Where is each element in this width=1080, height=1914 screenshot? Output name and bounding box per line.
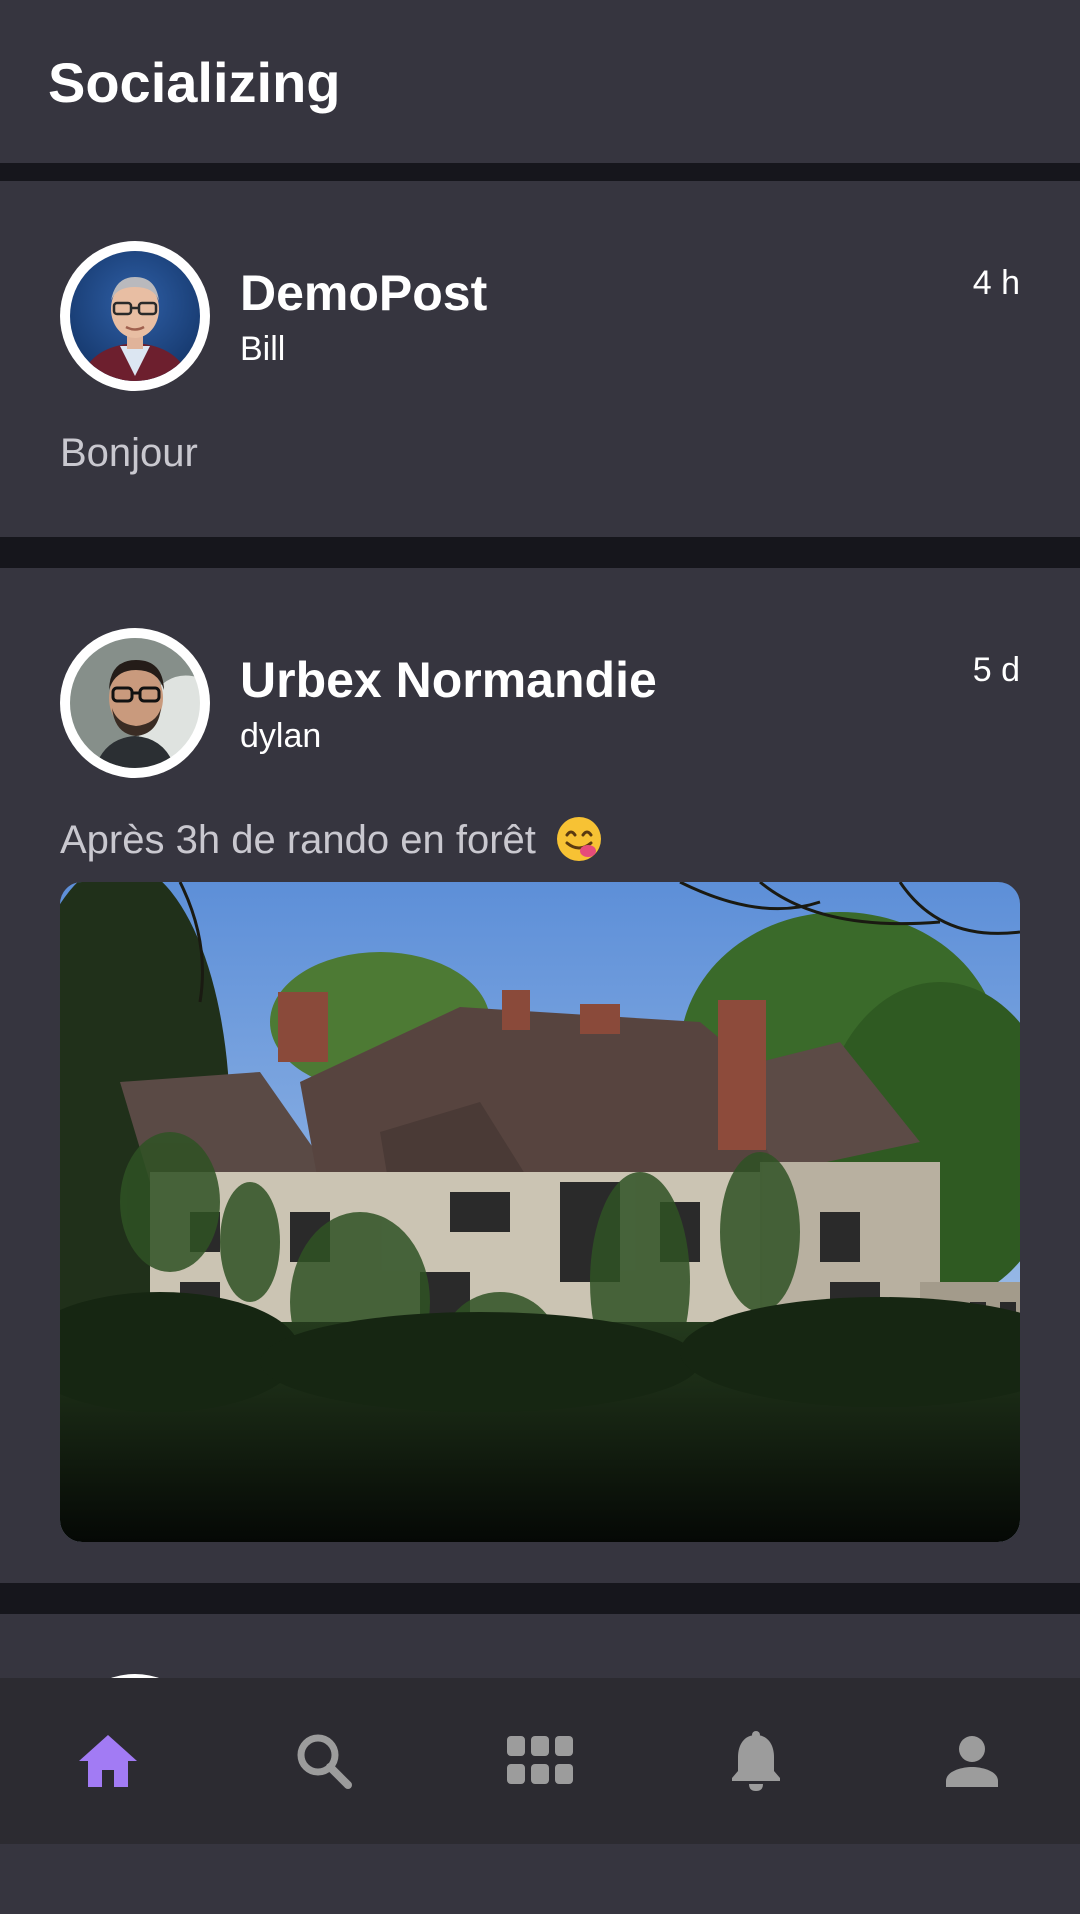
author-avatar[interactable] bbox=[60, 628, 210, 778]
post-group-name[interactable]: Urbex Normandie bbox=[240, 650, 657, 710]
post-author-name[interactable]: Bill bbox=[240, 329, 285, 369]
person-glasses-avatar-icon bbox=[70, 251, 200, 381]
post-group-name[interactable]: DemoPost bbox=[240, 263, 487, 323]
nav-home[interactable] bbox=[0, 1678, 216, 1844]
nav-notifications[interactable] bbox=[648, 1678, 864, 1844]
author-avatar[interactable] bbox=[60, 241, 210, 391]
person-icon bbox=[946, 1736, 998, 1787]
home-icon bbox=[79, 1735, 137, 1787]
post-text: Après 3h de rando en forêt bbox=[60, 816, 603, 864]
abandoned-manor-photo bbox=[60, 882, 1020, 1542]
post-author-name[interactable]: dylan bbox=[240, 716, 321, 756]
face-savoring-food-emoji-icon bbox=[557, 817, 602, 862]
nav-search[interactable] bbox=[216, 1678, 432, 1844]
post-text: Bonjour bbox=[60, 429, 198, 477]
post-card[interactable]: Urbex Normandie dylan 5 d Après 3h de ra… bbox=[0, 568, 1080, 1583]
post-photo[interactable] bbox=[60, 882, 1020, 1542]
bell-icon bbox=[732, 1731, 780, 1791]
post-text-content: Bonjour bbox=[60, 431, 198, 475]
app-header: Socializing bbox=[0, 0, 1080, 163]
nav-profile[interactable] bbox=[864, 1678, 1080, 1844]
grid-icon bbox=[507, 1736, 573, 1784]
nav-groups[interactable] bbox=[432, 1678, 648, 1844]
post-timestamp: 5 d bbox=[972, 651, 1020, 689]
post-text-content: Après 3h de rando en forêt bbox=[60, 818, 536, 862]
bottom-navigation bbox=[0, 1678, 1080, 1844]
post-timestamp: 4 h bbox=[972, 264, 1020, 302]
app-title: Socializing bbox=[48, 51, 341, 114]
search-icon bbox=[297, 1734, 352, 1789]
post-card[interactable]: DemoPost Bill 4 h Bonjour bbox=[0, 181, 1080, 537]
person-glasses-beard-avatar-icon bbox=[70, 638, 200, 768]
